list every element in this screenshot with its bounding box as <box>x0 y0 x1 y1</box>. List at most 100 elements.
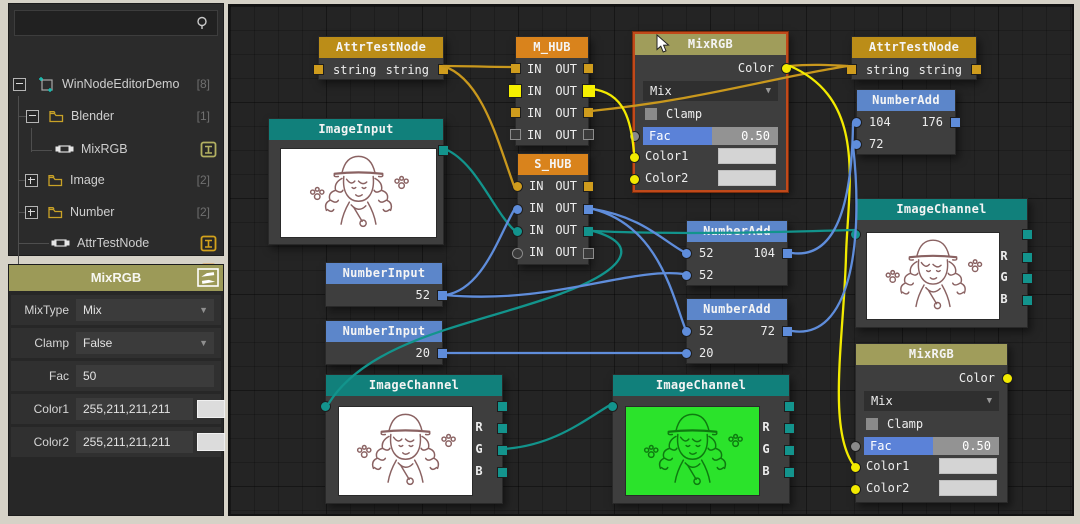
blend-mode-dropdown[interactable]: Mix ▼ <box>864 391 999 411</box>
node-header[interactable]: NumberAdd <box>687 299 787 320</box>
node-header[interactable]: M_HUB <box>516 37 588 58</box>
socket-out-g[interactable] <box>784 445 795 456</box>
node-header[interactable]: NumberAdd <box>687 221 787 242</box>
color1-swatch[interactable] <box>939 458 997 474</box>
clamp-dropdown[interactable]: False ▼ <box>76 332 214 354</box>
socket-in-string[interactable] <box>313 64 324 75</box>
socket-out-b[interactable] <box>784 467 795 478</box>
color2-swatch[interactable] <box>197 433 225 451</box>
color2-input[interactable]: 255,211,211,211 <box>76 431 193 453</box>
number-value[interactable]: 20 <box>416 342 430 364</box>
socket-out[interactable] <box>437 290 448 301</box>
socket-out-2[interactable] <box>582 84 596 98</box>
node-header[interactable]: ImageInput <box>269 119 443 140</box>
socket-in-color2[interactable] <box>629 174 640 185</box>
socket-in-1[interactable] <box>510 63 521 74</box>
socket-out-image[interactable] <box>497 401 508 412</box>
socket-in-1[interactable] <box>851 117 862 128</box>
node-imagechannel-1[interactable]: ImageChannel R G B <box>325 374 503 504</box>
socket-out-r[interactable] <box>497 423 508 434</box>
node-numberadd-3[interactable]: NumberAdd 52 72 20 <box>686 298 788 364</box>
collapse-icon[interactable] <box>26 110 39 123</box>
socket-out-string[interactable] <box>971 64 982 75</box>
socket-in-3[interactable] <box>512 226 523 237</box>
socket-in-1[interactable] <box>681 248 692 259</box>
node-attrtestnode-1[interactable]: AttrTestNode string string <box>318 36 444 80</box>
socket-in-color1[interactable] <box>629 152 640 163</box>
socket-out[interactable] <box>782 326 793 337</box>
socket-out-string[interactable] <box>438 64 449 75</box>
expand-icon[interactable] <box>25 206 38 219</box>
color1-swatch[interactable] <box>197 400 225 418</box>
tree-item-number[interactable]: Number [2] <box>9 198 223 226</box>
socket-out-3[interactable] <box>583 107 594 118</box>
node-imagechannel-2[interactable]: ImageChannel R G B <box>612 374 790 504</box>
socket-out-r[interactable] <box>784 423 795 434</box>
color1-swatch[interactable] <box>718 148 776 164</box>
socket-out-r[interactable] <box>1022 252 1033 263</box>
socket-out[interactable] <box>950 117 961 128</box>
socket-in-2[interactable] <box>681 270 692 281</box>
socket-out[interactable] <box>782 248 793 259</box>
socket-out-image[interactable] <box>784 401 795 412</box>
socket-out-color[interactable] <box>781 63 792 74</box>
search-input[interactable] <box>19 13 191 33</box>
tree-item-image[interactable]: Image [2] <box>9 166 223 194</box>
socket-out-b[interactable] <box>497 467 508 478</box>
node-type-badge[interactable] <box>200 141 217 158</box>
socket-out-4[interactable] <box>583 129 594 140</box>
socket-in-1[interactable] <box>681 326 692 337</box>
socket-in-string[interactable] <box>846 64 857 75</box>
color2-swatch[interactable] <box>939 480 997 496</box>
node-numberinput-1[interactable]: NumberInput 52 <box>325 262 443 307</box>
socket-in-4[interactable] <box>510 129 521 140</box>
socket-in-image[interactable] <box>320 401 331 412</box>
collapse-icon[interactable] <box>13 78 26 91</box>
color2-swatch[interactable] <box>718 170 776 186</box>
node-imagechannel-3[interactable]: ImageChannel R G B <box>855 198 1028 328</box>
socket-in-color2[interactable] <box>850 484 861 495</box>
node-type-badge[interactable] <box>200 235 217 252</box>
node-mixrgb-1[interactable]: MixRGB Color Mix ▼ Clamp Fac 0.50 Color1… <box>633 32 788 192</box>
socket-in-4[interactable] <box>512 248 523 259</box>
node-header[interactable]: AttrTestNode <box>852 37 976 58</box>
socket-out-4[interactable] <box>583 248 594 259</box>
node-numberadd-1[interactable]: NumberAdd 104 176 72 <box>856 89 956 155</box>
fac-slider[interactable]: Fac 0.50 <box>864 437 999 455</box>
clamp-checkbox[interactable] <box>645 108 657 120</box>
node-imageinput[interactable]: ImageInput <box>268 118 444 245</box>
socket-in-2[interactable] <box>512 204 523 215</box>
socket-in-fac[interactable] <box>629 131 640 142</box>
socket-in-fac[interactable] <box>850 441 861 452</box>
node-header[interactable]: ImageChannel <box>613 375 789 396</box>
node-header[interactable]: ImageChannel <box>326 375 502 396</box>
socket-in-image[interactable] <box>607 401 618 412</box>
socket-in-1[interactable] <box>512 181 523 192</box>
socket-out-3[interactable] <box>583 226 594 237</box>
blend-mode-dropdown[interactable]: Mix ▼ <box>643 81 778 101</box>
node-numberinput-2[interactable]: NumberInput 20 <box>325 320 443 365</box>
node-header[interactable]: NumberAdd <box>857 90 955 111</box>
socket-in-2[interactable] <box>681 348 692 359</box>
socket-out[interactable] <box>437 348 448 359</box>
tree-item-blender[interactable]: Blender [1] <box>9 102 223 130</box>
node-numberadd-2[interactable]: NumberAdd 52 104 52 <box>686 220 788 286</box>
socket-out-b[interactable] <box>1022 295 1033 306</box>
socket-out-2[interactable] <box>583 204 594 215</box>
number-value[interactable]: 52 <box>416 284 430 306</box>
color1-input[interactable]: 255,211,211,211 <box>76 398 193 420</box>
node-header[interactable]: MixRGB <box>856 344 1007 365</box>
tree-item-winnodeeditordemo[interactable]: WinNodeEditorDemo [8] <box>9 70 223 98</box>
expand-icon[interactable] <box>25 174 38 187</box>
fac-input[interactable]: 50 <box>76 365 214 387</box>
node-header[interactable]: NumberInput <box>326 321 442 342</box>
clamp-checkbox[interactable] <box>866 418 878 430</box>
socket-out-color[interactable] <box>1002 373 1013 384</box>
fac-slider[interactable]: Fac 0.50 <box>643 127 778 145</box>
node-header[interactable]: S_HUB <box>518 154 588 175</box>
mixtype-dropdown[interactable]: Mix ▼ <box>76 299 214 321</box>
node-attrtestnode-2[interactable]: AttrTestNode string string <box>851 36 977 80</box>
swap-icon[interactable] <box>197 268 219 287</box>
socket-in-image[interactable] <box>850 229 861 240</box>
tree-item-mixrgb[interactable]: MixRGB <box>9 135 223 163</box>
